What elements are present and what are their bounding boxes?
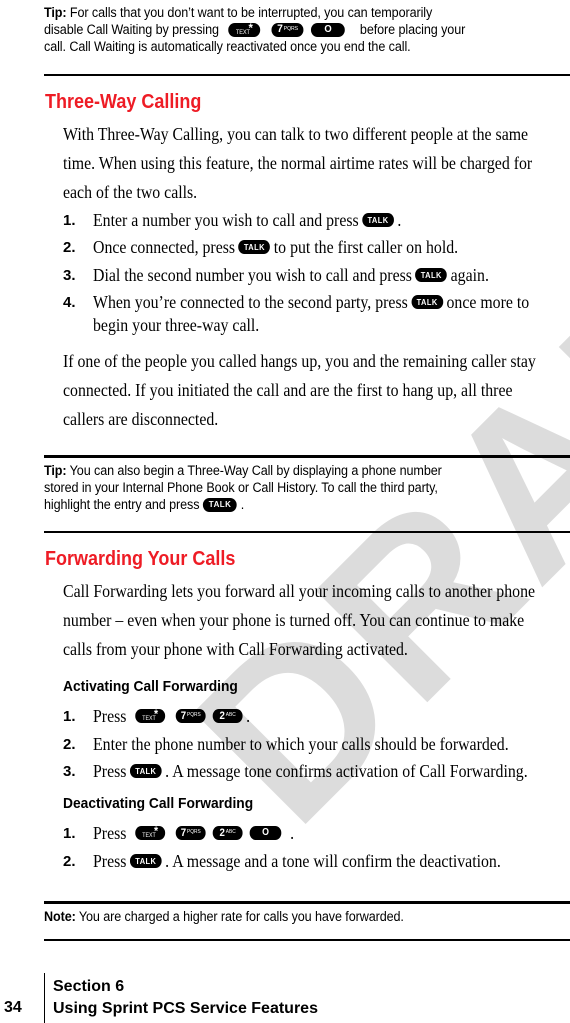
talk-key-icon: TALK [411,295,443,309]
subheading-activating: Activating Call Forwarding [63,678,238,695]
note-box: Note: You are charged a higher rate for … [44,908,570,925]
list-item: 2. Enter the phone number to which your … [63,733,509,754]
footer-section: Section 6 Using Sprint PCS Service Featu… [53,976,318,1020]
divider [44,901,570,904]
seven-pqrs-key-icon: 7 PQRS [175,709,206,723]
list-item: 2. Once connected, press TALK to put the f… [63,236,459,257]
paragraph-three-way-intro: With Three-Way Calling, you can talk to … [63,124,533,202]
note-label: Note: [44,909,76,924]
subheading-deactivating: Deactivating Call Forwarding [63,795,254,812]
star-text-key-icon: * TEXT [135,708,166,723]
list-item: 2. Press TALK. A message and a tone will … [63,850,501,871]
list-item: 4. When you’re connected to the second p… [63,291,530,312]
tip-text: disable Call Waiting by pressing [44,22,219,37]
footer-divider [44,973,45,1023]
talk-key-icon: TALK [203,497,238,512]
talk-key-icon: TALK [362,213,394,227]
divider [44,939,570,941]
tip-label: Tip: [44,463,67,478]
talk-key-icon: TALK [415,268,448,282]
tip-label: Tip: [44,5,67,20]
tip-call-waiting: Tip: For calls that you don’t want to be… [44,4,570,55]
tip-text: For calls that you don’t want to be inte… [69,5,433,20]
talk-key-icon: TALK [129,764,162,778]
zero-key-icon: O [311,22,345,37]
tip-three-way-phonebook: Tip: You can also begin a Three-Way Call… [44,462,570,513]
talk-key-icon: TALK [129,854,162,868]
star-text-key-icon: * TEXT [135,825,166,840]
list-item-continuation: begin your three-way call. [93,315,260,335]
tip-text: before placing your [359,22,466,37]
section-heading-forwarding-your-calls: Forwarding Your Calls [45,548,236,570]
seven-pqrs-key-icon: 7 PQRS [271,22,304,37]
tip-text: highlight the entry and press [44,497,200,512]
paragraph-three-way-outro: If one of the people you called hangs up… [63,351,536,429]
paragraph-forwarding-intro: Call Forwarding lets you forward all you… [63,581,536,659]
list-item: 1. Press * TEXT 7 PQRS 2 ABC O . [63,822,295,843]
section-title: Using Sprint PCS Service Features [53,1000,318,1017]
two-abc-key-icon: 2 ABC [212,709,243,723]
list-item: 1. Press * TEXT 7 PQRS 2 ABC . [63,705,251,726]
list-item: 3. Press TALK. A message tone confirms ac… [63,760,528,781]
list-item: 1. Enter a number you wish to call and p… [63,209,402,230]
divider [44,455,570,458]
page-number: 34 [4,999,22,1016]
divider [44,531,570,533]
note-text: You are charged a higher rate for calls … [78,909,404,924]
section-number: Section 6 [53,978,125,995]
zero-key-icon: O [249,826,282,840]
seven-pqrs-key-icon: 7 PQRS [175,826,206,840]
tip-text: You can also begin a Three-Way Call by d… [69,463,442,478]
star-text-key-icon: * TEXT [228,22,261,37]
talk-key-icon: TALK [238,240,271,254]
tip-text: call. Call Waiting is automatically reac… [44,39,411,54]
divider [44,74,570,76]
tip-text: stored in your Internal Phone Book or Ca… [44,480,438,495]
two-abc-key-icon: 2 ABC [212,826,243,840]
list-item: 3. Dial the second number you wish to ca… [63,264,489,285]
section-heading-three-way-calling: Three-Way Calling [45,91,202,113]
